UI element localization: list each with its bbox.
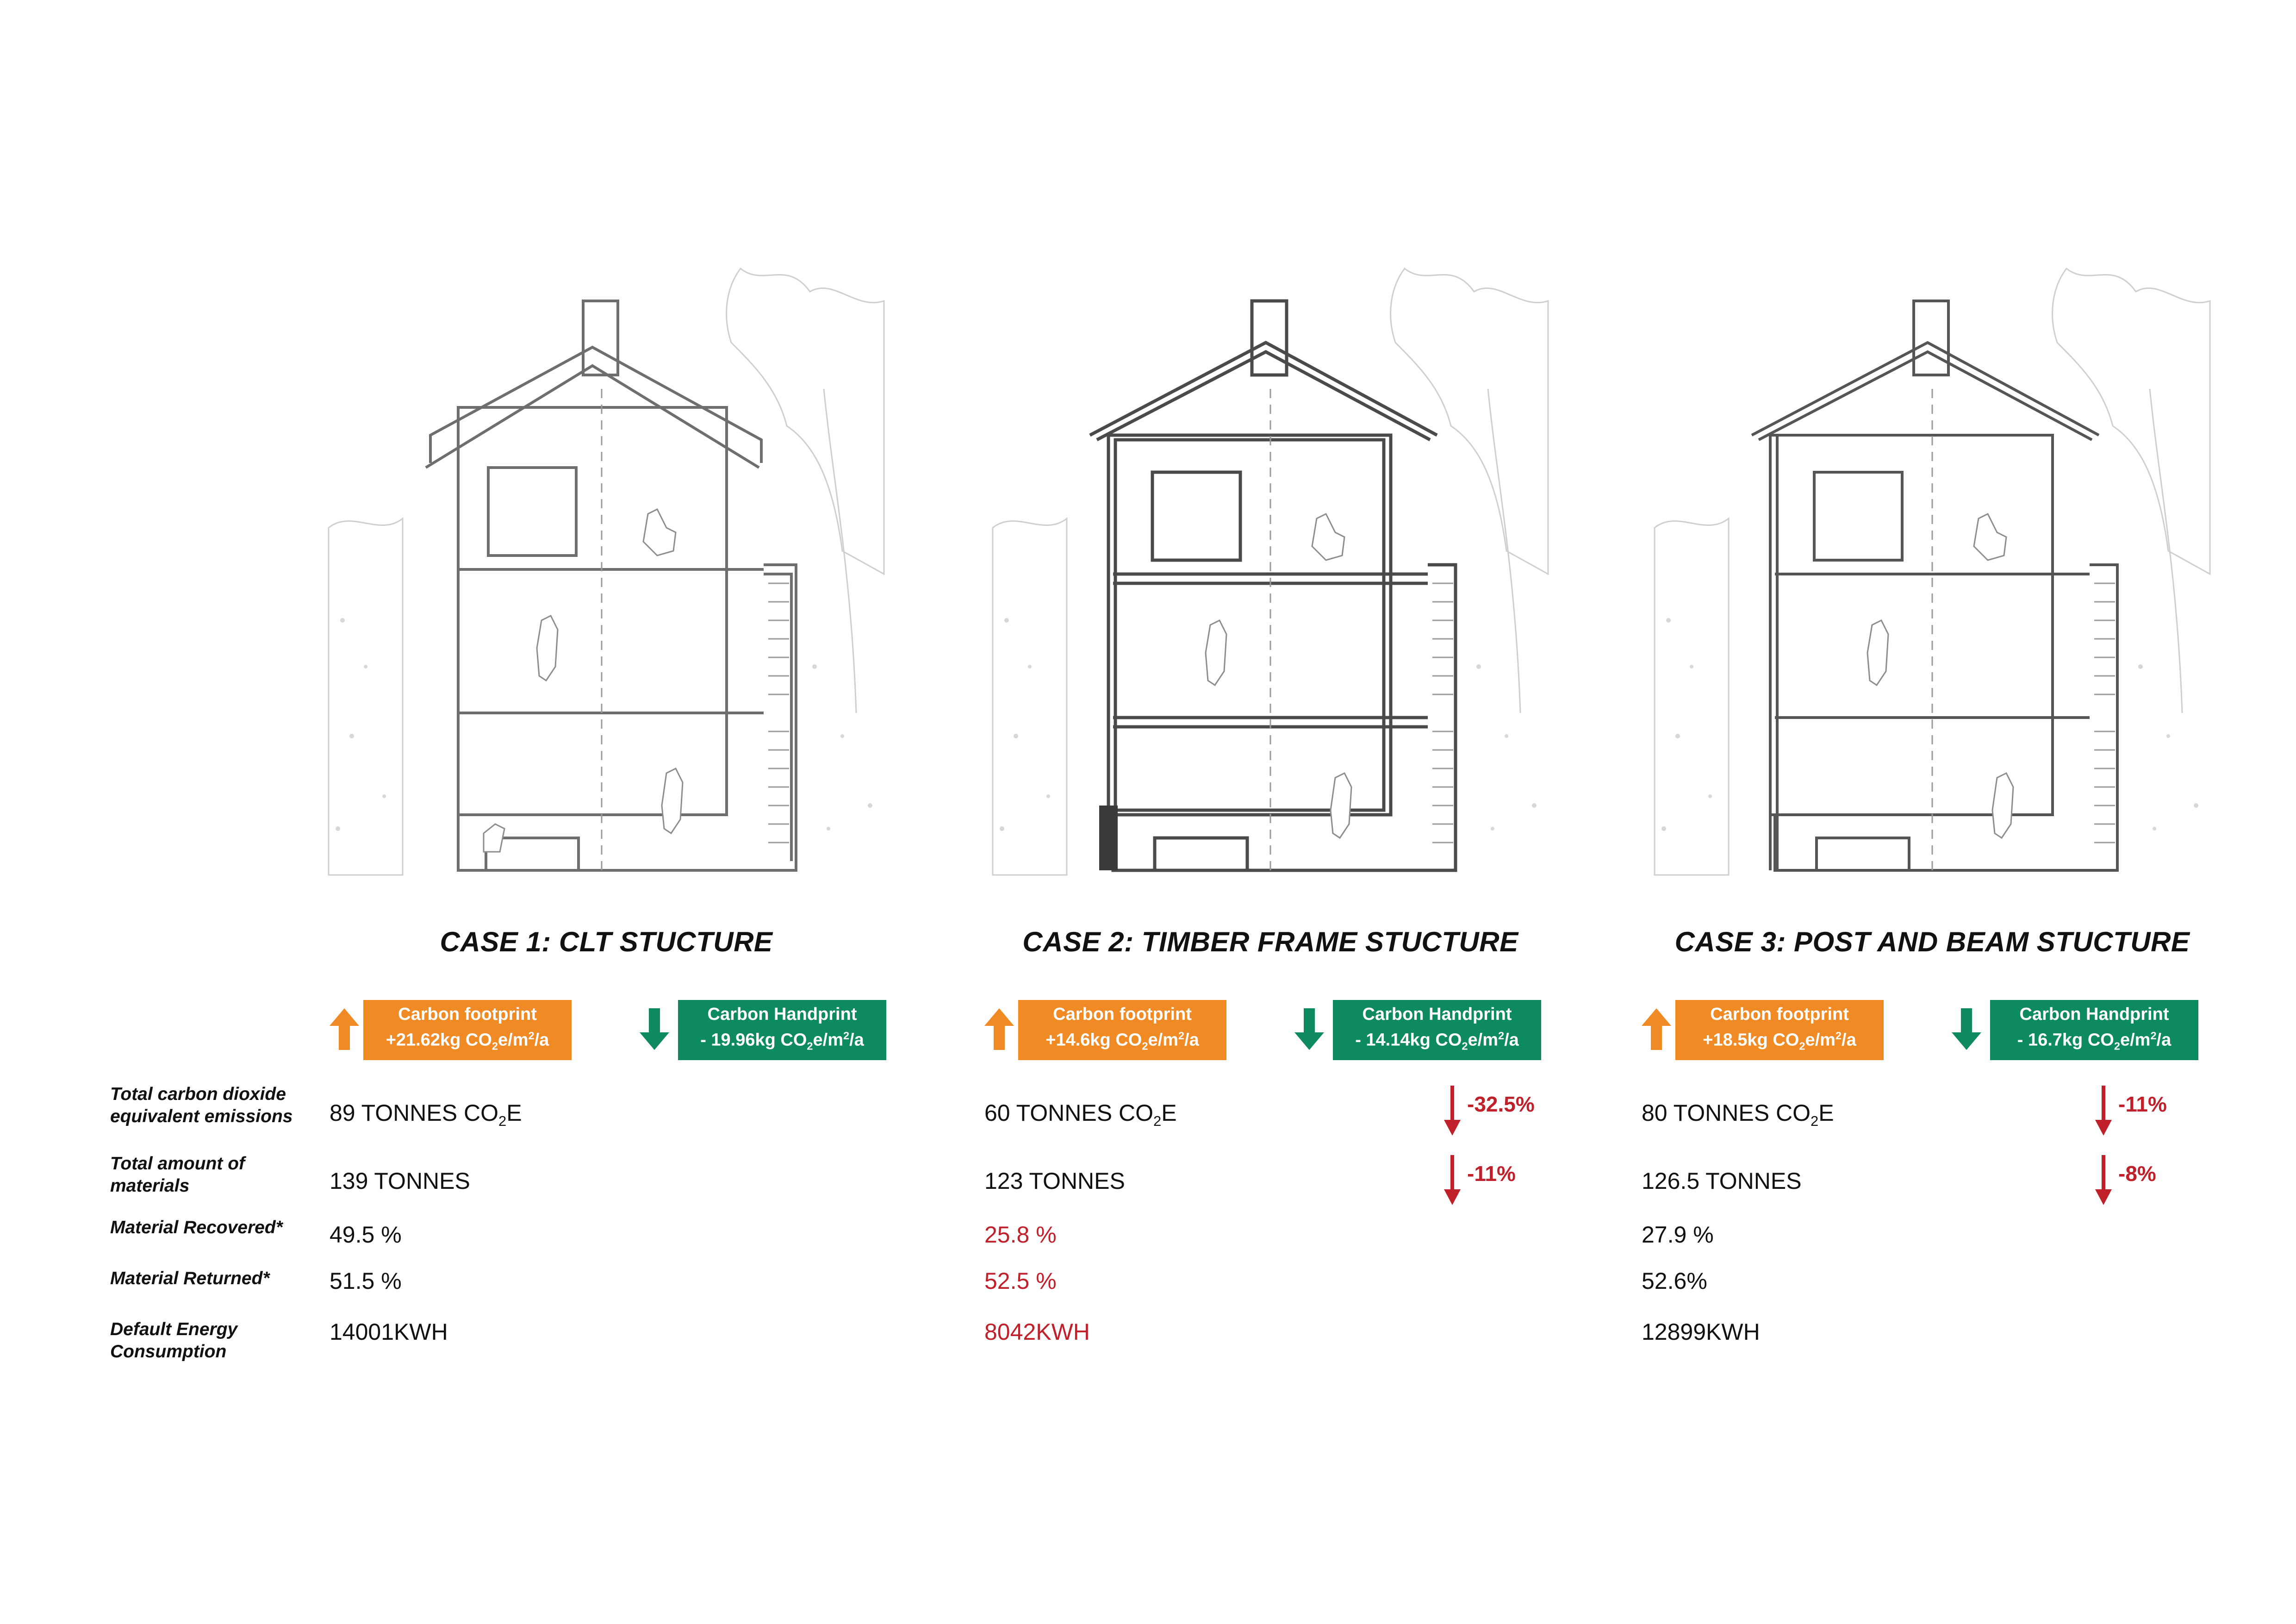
arrow-down-icon <box>1294 1008 1324 1050</box>
case3-emissions-delta: -11% <box>2118 1092 2167 1116</box>
case3-section-drawing <box>1650 250 2215 884</box>
arrow-up-icon <box>1642 1008 1671 1050</box>
handprint-value: - 16.7kg CO2e/m2/a <box>2017 1029 2172 1052</box>
case1-returned-value: 51.5 % <box>330 1268 402 1294</box>
case2-emissions-delta: -32.5% <box>1467 1092 1535 1116</box>
case2-section-drawing <box>988 250 1553 884</box>
case1-section-drawing <box>324 250 889 884</box>
arrow-up-icon <box>984 1008 1014 1050</box>
footprint-value: +21.62kg CO2e/m2/a <box>386 1029 549 1052</box>
case3-emissions-value: 80 TONNES CO2E <box>1642 1100 1834 1129</box>
row-label-emissions: Total carbon dioxide equivalent emission… <box>110 1084 293 1126</box>
handprint-value: - 14.14kg CO2e/m2/a <box>1355 1029 1519 1052</box>
footprint-label: Carbon footprint <box>1053 1004 1192 1024</box>
case3-title: CASE 3: POST AND BEAM STUCTURE <box>1674 926 2190 957</box>
case2-recovered-value: 25.8 % <box>984 1222 1057 1248</box>
handprint-value: - 19.96kg CO2e/m2/a <box>700 1029 864 1052</box>
row-label-materials: Total amount of materials <box>110 1154 245 1196</box>
carbon-handprint-badge: Carbon Handprint - 19.96kg CO2e/m2/a <box>678 1000 886 1060</box>
case2-energy-value: 8042KWH <box>984 1319 1090 1345</box>
case1-energy-value: 14001KWH <box>330 1319 448 1345</box>
case3-returned-value: 52.6% <box>1642 1268 1707 1294</box>
case2-materials-value: 123 TONNES <box>984 1168 1125 1194</box>
footprint-label: Carbon footprint <box>398 1004 537 1024</box>
case2-title: CASE 2: TIMBER FRAME STUCTURE <box>1022 926 1518 957</box>
decrease-arrow-icon <box>2095 1086 2112 1136</box>
case3-materials-value: 126.5 TONNES <box>1642 1168 1802 1194</box>
case1-materials-value: 139 TONNES <box>330 1168 470 1194</box>
decrease-arrow-icon <box>1444 1155 1461 1205</box>
arrow-up-icon <box>330 1008 359 1050</box>
handprint-label: Carbon Handprint <box>1362 1004 1512 1024</box>
case3-materials-delta: -8% <box>2118 1162 2156 1186</box>
footprint-label: Carbon footprint <box>1710 1004 1849 1024</box>
case3-energy-value: 12899KWH <box>1642 1319 1760 1345</box>
case3-recovered-value: 27.9 % <box>1642 1222 1714 1248</box>
decrease-arrow-icon <box>1444 1086 1461 1136</box>
case1-title: CASE 1: CLT STUCTURE <box>440 926 773 957</box>
arrow-down-icon <box>1952 1008 1981 1050</box>
case1-emissions-value: 89 TONNES CO2E <box>330 1100 522 1129</box>
footprint-value: +14.6kg CO2e/m2/a <box>1045 1029 1199 1052</box>
footprint-value: +18.5kg CO2e/m2/a <box>1703 1029 1856 1052</box>
carbon-footprint-badge: Carbon footprint +18.5kg CO2e/m2/a <box>1675 1000 1884 1060</box>
arrow-down-icon <box>640 1008 669 1050</box>
handprint-label: Carbon Handprint <box>2019 1004 2169 1024</box>
row-label-recovered: Material Recovered* <box>110 1218 283 1237</box>
decrease-arrow-icon <box>2095 1155 2112 1205</box>
case2-emissions-value: 60 TONNES CO2E <box>984 1100 1177 1129</box>
case1-recovered-value: 49.5 % <box>330 1222 402 1248</box>
case2-returned-value: 52.5 % <box>984 1268 1057 1294</box>
carbon-handprint-badge: Carbon Handprint - 14.14kg CO2e/m2/a <box>1333 1000 1541 1060</box>
row-label-returned: Material Returned* <box>110 1268 270 1288</box>
row-label-energy: Default Energy Consumption <box>110 1319 238 1362</box>
case2-materials-delta: -11% <box>1467 1162 1516 1186</box>
carbon-footprint-badge: Carbon footprint +21.62kg CO2e/m2/a <box>363 1000 572 1060</box>
carbon-handprint-badge: Carbon Handprint - 16.7kg CO2e/m2/a <box>1990 1000 2198 1060</box>
handprint-label: Carbon Handprint <box>707 1004 857 1024</box>
carbon-footprint-badge: Carbon footprint +14.6kg CO2e/m2/a <box>1018 1000 1226 1060</box>
